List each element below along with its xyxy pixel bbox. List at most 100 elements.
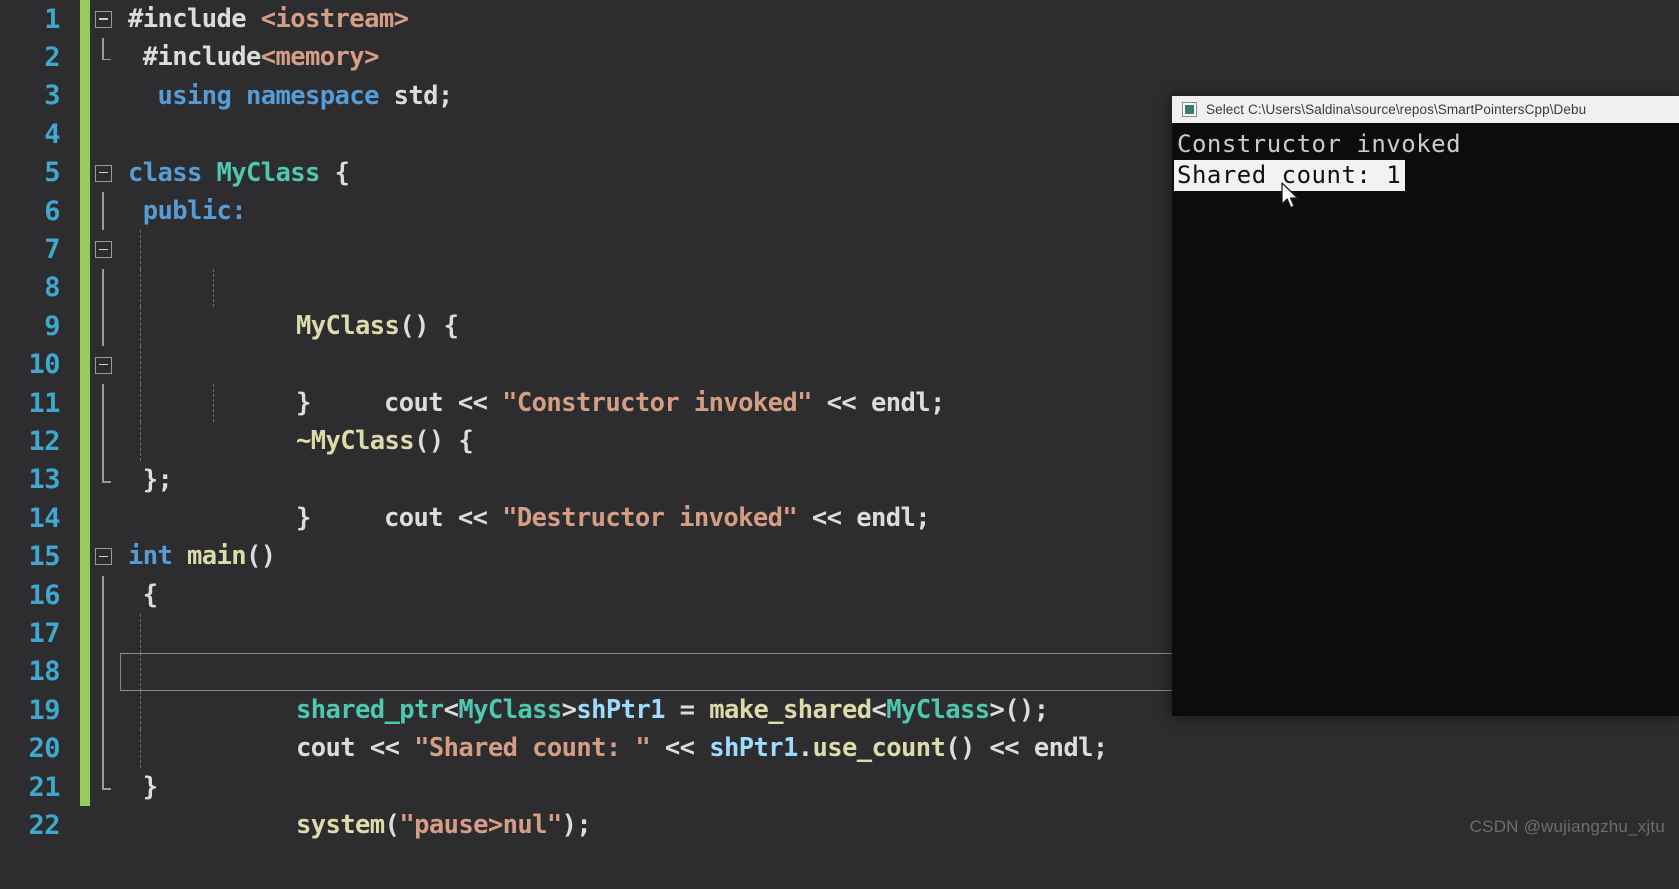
line-number: 4 [44, 118, 60, 150]
token-class-name: MyClass [216, 157, 321, 188]
line-number: 12 [28, 425, 60, 457]
change-indicator-bar [80, 652, 90, 692]
indent-guide [140, 422, 141, 461]
fold-column [90, 77, 120, 115]
fold-column[interactable] [90, 154, 120, 192]
token-public-keyword: public: [142, 195, 247, 226]
change-indicator-bar [80, 691, 90, 730]
token-main-parens: () [246, 541, 276, 572]
line-number: 6 [44, 195, 60, 227]
line-number: 22 [28, 809, 60, 841]
change-indicator-bar [80, 38, 90, 77]
fold-column [90, 729, 120, 768]
line-number: 17 [28, 617, 60, 649]
fold-column[interactable] [90, 38, 120, 76]
line-number: 1 [44, 3, 60, 35]
screen: 1 #include <iostream> 2 #include<memory>… [0, 0, 1679, 889]
fold-guide-line [102, 614, 104, 653]
code-line-2[interactable]: 2 #include<memory> [0, 38, 1679, 77]
token-int-keyword: int [128, 541, 173, 572]
line-number: 2 [44, 42, 60, 74]
fold-collapse-icon[interactable] [95, 164, 112, 182]
fold-column [90, 383, 120, 423]
fold-collapse-icon[interactable] [95, 11, 112, 28]
change-indicator-bar [80, 76, 90, 116]
fold-guide-line [102, 307, 104, 346]
code-text: #include <iostream> [120, 0, 1679, 38]
indent-guide [140, 383, 141, 423]
token-include-directive: #include [128, 4, 247, 34]
console-title-bar[interactable]: Select C:\Users\Saldina\source\repos\Sma… [1172, 96, 1679, 123]
indent-guide [140, 268, 141, 308]
token-brace-close: } [142, 771, 158, 802]
fold-column[interactable] [90, 537, 120, 575]
code-text: } [120, 768, 1679, 806]
fold-column [90, 115, 120, 153]
fold-column [90, 652, 120, 692]
line-number: 16 [28, 579, 60, 611]
token-include-directive: #include [142, 42, 262, 73]
code-line-21[interactable]: 21 } [0, 767, 1679, 807]
code-line-22[interactable]: 22 [0, 806, 1679, 844]
code-text: system("pause>nul"); [120, 729, 1679, 840]
indent-guide [213, 383, 214, 423]
change-indicator-bar [80, 115, 90, 154]
fold-guide-line [102, 652, 104, 692]
indent-guide [140, 652, 141, 692]
token-brace-open: { [334, 157, 350, 188]
fold-column[interactable] [90, 230, 120, 268]
token-std: std; [393, 80, 454, 111]
token-class-end: }; [142, 464, 173, 495]
line-number: 19 [28, 694, 60, 726]
indent-guide [140, 691, 141, 730]
console-output-line: Constructor invoked [1177, 130, 1462, 158]
console-window[interactable]: Select C:\Users\Saldina\source\repos\Sma… [1172, 96, 1679, 716]
fold-guide-line [102, 422, 104, 461]
indent-guide [140, 307, 141, 346]
fold-column[interactable] [90, 0, 120, 38]
change-indicator-bar [80, 729, 90, 768]
change-indicator-bar [80, 460, 90, 500]
fold-column [90, 460, 120, 499]
console-output-area[interactable]: Constructor invoked Shared count: 1 [1172, 123, 1679, 716]
token-class-keyword: class [128, 157, 202, 188]
fold-guide-line [102, 460, 110, 483]
change-indicator-bar [80, 153, 90, 192]
indent-guide [140, 614, 141, 653]
fold-column[interactable] [90, 346, 120, 384]
fold-column [90, 614, 120, 653]
fold-collapse-icon[interactable] [95, 548, 112, 566]
line-number: 21 [28, 771, 60, 803]
change-indicator-bar [80, 767, 90, 807]
indent-guide [140, 345, 141, 384]
code-line-1[interactable]: 1 #include <iostream> [0, 0, 1679, 39]
line-number: 13 [28, 464, 60, 496]
line-number: 15 [28, 541, 60, 573]
fold-collapse-icon[interactable] [95, 241, 112, 259]
console-app-icon [1182, 102, 1197, 117]
fold-guide-line [102, 268, 104, 308]
line-number: 20 [28, 733, 60, 765]
change-indicator-bar [80, 499, 90, 538]
fold-column [90, 806, 120, 844]
change-indicator-bar [80, 537, 90, 576]
fold-guide-line [102, 383, 104, 423]
change-indicator-bar [80, 614, 90, 653]
change-indicator-bar [80, 575, 90, 615]
change-indicator-bar [80, 806, 90, 844]
line-number: 10 [28, 349, 60, 381]
indent-guide [140, 230, 141, 269]
indent-guide [140, 729, 141, 768]
token-header-iostream: <iostream> [260, 4, 409, 34]
fold-guide-line [102, 729, 104, 768]
fold-collapse-icon[interactable] [95, 356, 112, 374]
fold-column [90, 191, 120, 231]
token-header-memory: <memory> [260, 42, 380, 73]
line-number: 14 [28, 502, 60, 534]
code-line-20[interactable]: 20 system("pause>nul"); [0, 729, 1679, 840]
fold-column [90, 575, 120, 615]
token-namespace-keyword: namespace [246, 80, 379, 111]
change-indicator-bar [80, 268, 90, 308]
change-indicator-bar [80, 307, 90, 346]
